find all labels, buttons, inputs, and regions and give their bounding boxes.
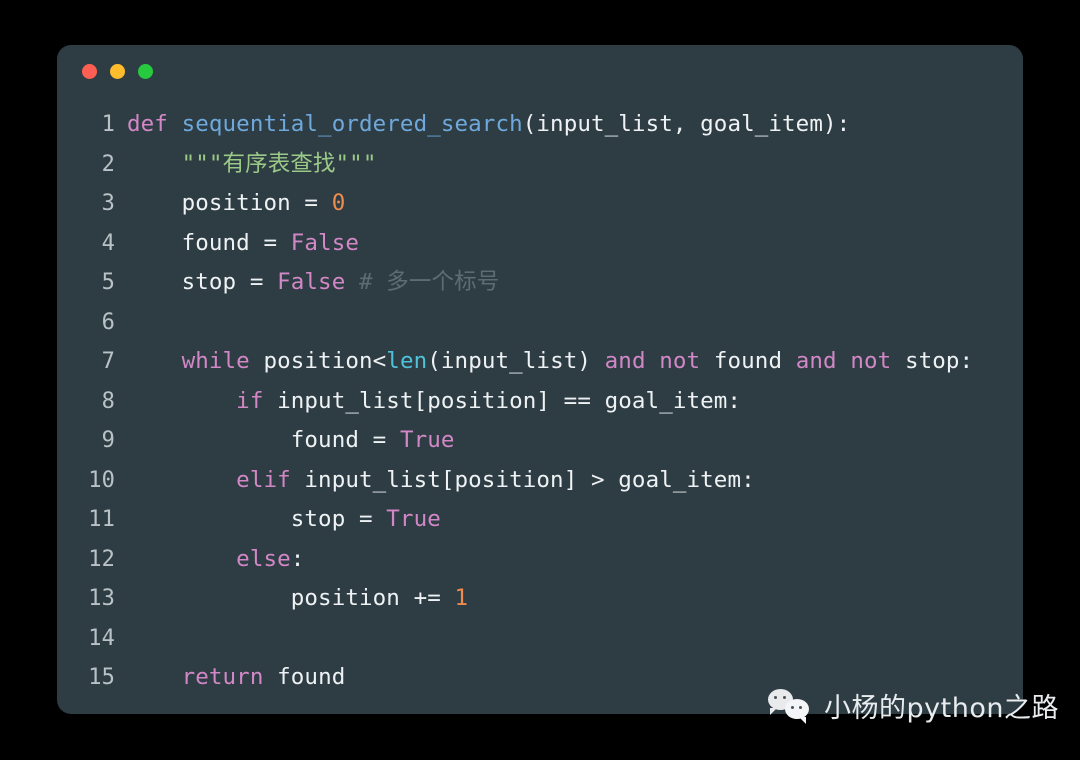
token-plain: stop: [891,348,974,374]
token-str: """有序表查找""" [181,150,377,177]
token-cnst: True [399,427,455,453]
token-plain: found = [127,427,400,453]
code-editor[interactable]: 1 def sequential_ordered_search(input_lis… [57,97,1023,698]
token-plain: input_list[position] == goal_item: [263,387,742,414]
token-plain: position< [249,348,387,374]
line-content: while position<len(input_list) and not f… [127,342,974,382]
line-number: 11 [88,507,115,532]
close-button[interactable] [82,63,97,79]
line-number: 6 [101,309,115,335]
token-bi: len [386,348,428,374]
token-plain: (input_list, goal_item): [522,111,851,137]
line-content: return found [127,658,346,698]
code-line[interactable]: 14 [57,619,1023,659]
line-content: position = 0 [127,184,346,224]
watermark-label: 小杨的python之路 [824,692,1059,724]
line-number: 7 [101,349,115,374]
line-content: if input_list[position] == goal_item: [127,382,741,422]
code-window: 1 def sequential_ordered_search(input_lis… [57,45,1023,714]
line-content: position += 1 [127,579,468,619]
token-kw: and [795,348,837,374]
line-number: 3 [101,191,115,216]
line-content: found = False [127,224,359,264]
line-content: stop = True [127,500,441,540]
code-line[interactable]: 3 position = 0 [57,184,1023,224]
code-line[interactable]: 5 stop = False # 多一个标号 [57,263,1023,303]
line-number: 12 [88,546,115,572]
token-kw: if [236,387,264,414]
token-plain: stop = [127,269,278,295]
line-number: 14 [88,625,115,651]
code-line[interactable]: 2 """有序表查找""" [57,145,1023,185]
line-number: 9 [101,428,115,453]
token-num: 1 [454,585,469,611]
token-fn: sequential_ordered_search [181,111,523,137]
token-cnst: True [386,506,441,532]
token-kw: def [127,111,182,137]
token-plain: position = [127,190,332,216]
token-kw: and [604,348,646,374]
code-line[interactable]: 4 found = False [57,224,1023,264]
line-number: 4 [101,230,115,256]
line-number: 10 [88,467,115,493]
line-number: 2 [101,151,115,177]
code-line[interactable]: 1 def sequential_ordered_search(input_lis… [57,105,1023,145]
minimize-button[interactable] [110,63,125,79]
token-plain: position += [127,585,455,611]
token-plain: found [700,348,796,374]
code-line[interactable]: 6 [57,303,1023,343]
token-kw: return [181,664,264,690]
token-cmt: # 多一个标号 [359,269,500,295]
wechat-icon [768,687,814,724]
token-num: 0 [331,190,346,216]
code-line[interactable]: 7 while position<len(input_list) and not… [57,342,1023,382]
token-plain: input_list[position] > goal_item: [290,466,755,493]
code-line[interactable]: 12 else: [57,540,1023,580]
token-plain: : [290,545,305,572]
code-line[interactable]: 9 found = True [57,421,1023,461]
code-line[interactable]: 8 if input_list[position] == goal_item: [57,382,1023,422]
line-number: 5 [101,270,115,295]
token-plain: found [263,664,346,690]
line-content: stop = False # 多一个标号 [127,263,500,303]
line-content: else: [127,540,304,580]
code-line[interactable]: 11 stop = True [57,500,1023,540]
token-cnst: False [290,229,359,256]
token-plain: (input_list) [427,348,605,374]
token-cnst: False [277,269,346,295]
token-kw: while [181,348,250,374]
token-kw: else [236,545,291,572]
token-kw: elif [236,466,291,493]
maximize-button[interactable] [138,63,153,79]
token-plain: found = [127,229,291,256]
line-content: """有序表查找""" [127,145,377,185]
line-number: 1 [101,112,115,137]
token-kw: not [659,348,701,374]
line-content: elif input_list[position] > goal_item: [127,461,755,501]
token-plain: stop = [127,506,387,532]
watermark: 小杨的python之路 [768,683,1059,727]
line-number: 15 [88,665,115,690]
line-number: 8 [101,388,115,414]
window-titlebar [57,45,1023,97]
token-kw: not [850,348,892,374]
line-number: 13 [88,586,115,611]
line-content: def sequential_ordered_search(input_list… [127,105,850,145]
line-content: found = True [127,421,455,461]
code-line[interactable]: 13 position += 1 [57,579,1023,619]
code-line[interactable]: 10 elif input_list[position] > goal_item… [57,461,1023,501]
